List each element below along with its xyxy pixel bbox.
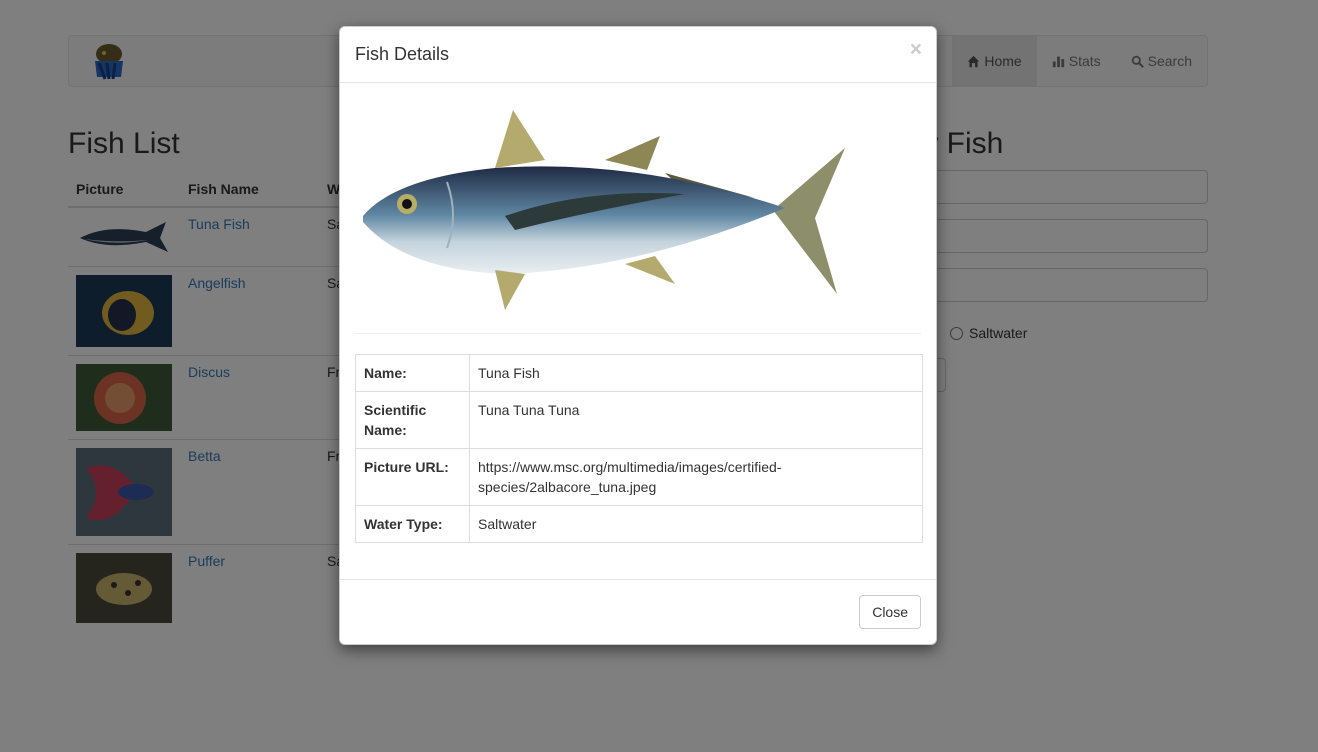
fish-details-modal: Fish Details × Name: Tuna Fish Scientifi… xyxy=(339,26,937,645)
name-value: Tuna Fish xyxy=(469,354,923,392)
detail-row-name: Name: Tuna Fish xyxy=(355,354,923,392)
scientific-name-label: Scientific Name: xyxy=(355,391,470,449)
fish-details-table: Name: Tuna Fish Scientific Name: Tuna Tu… xyxy=(355,354,923,543)
scientific-name-value: Tuna Tuna Tuna xyxy=(469,391,923,449)
water-type-label: Water Type: xyxy=(355,505,470,543)
water-type-value: Saltwater xyxy=(469,505,923,543)
picture-url-value: https://www.msc.org/multimedia/images/ce… xyxy=(469,448,923,506)
modal-header: Fish Details × xyxy=(340,27,936,83)
close-icon[interactable]: × xyxy=(910,39,922,60)
modal-title: Fish Details xyxy=(355,44,450,64)
image-divider xyxy=(355,333,921,334)
detail-row-scientific-name: Scientific Name: Tuna Tuna Tuna xyxy=(355,391,923,449)
detail-row-water-type: Water Type: Saltwater xyxy=(355,505,923,543)
detail-row-picture-url: Picture URL: https://www.msc.org/multime… xyxy=(355,448,923,506)
modal-footer: Close xyxy=(340,579,936,644)
modal-body: Name: Tuna Fish Scientific Name: Tuna Tu… xyxy=(340,83,936,558)
tuna-image xyxy=(363,110,845,310)
picture-url-label: Picture URL: xyxy=(355,448,470,506)
close-button[interactable]: Close xyxy=(859,595,921,629)
name-label: Name: xyxy=(355,354,470,392)
